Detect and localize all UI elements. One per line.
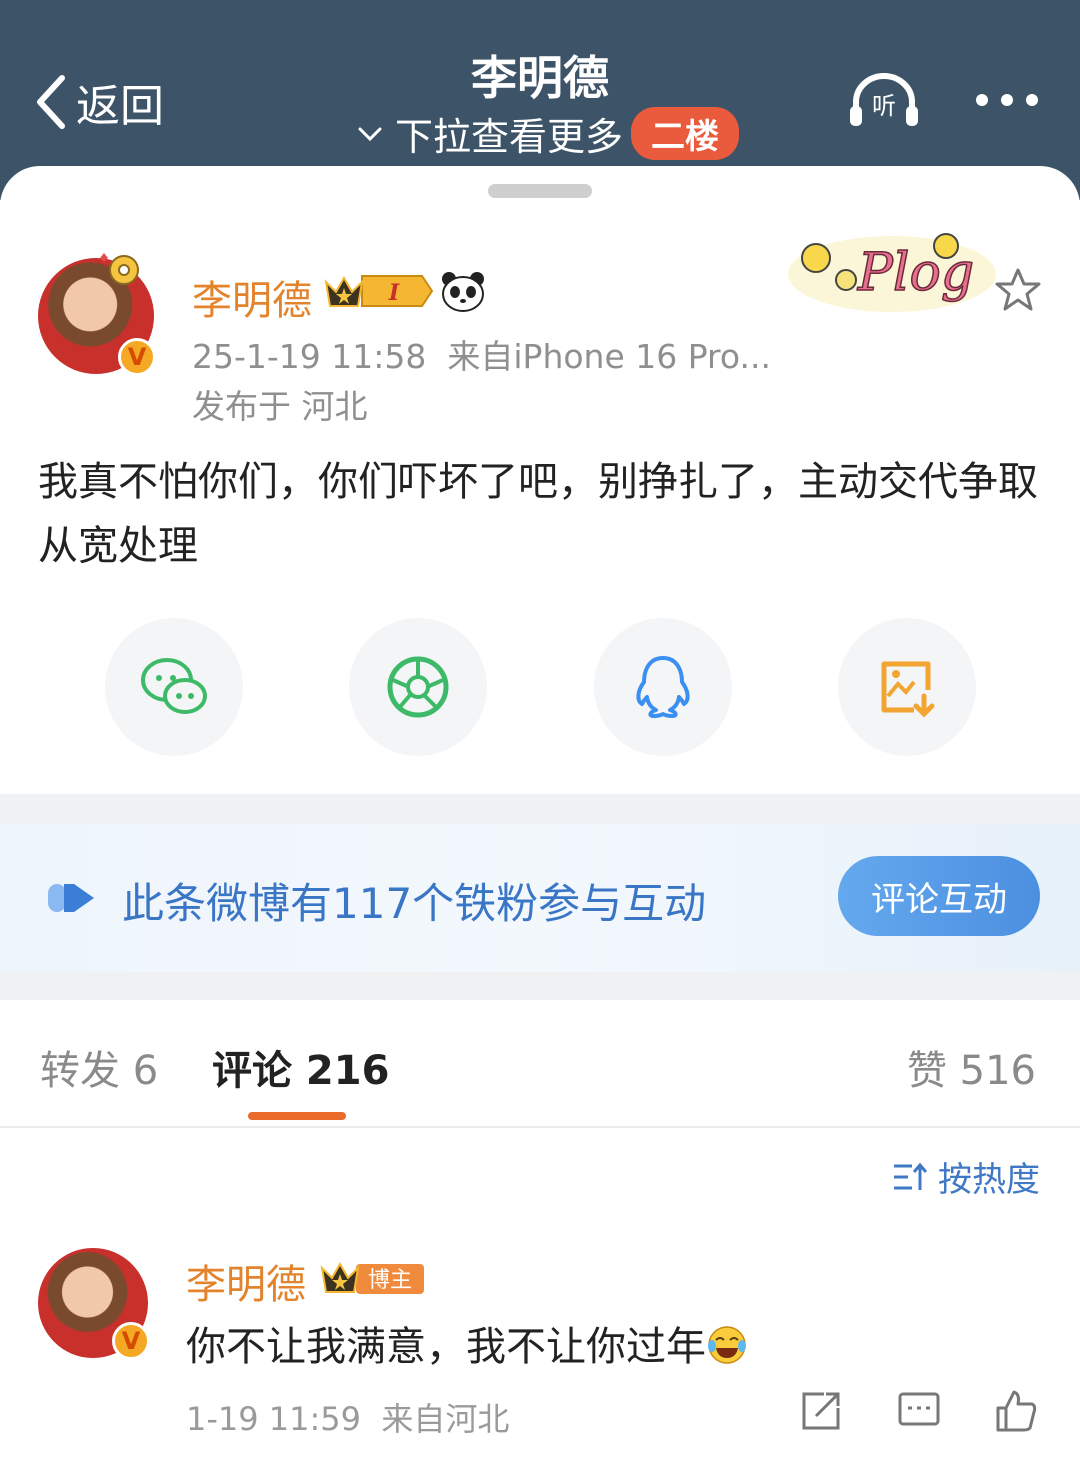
comment-interact-button[interactable]: 评论互动 bbox=[838, 856, 1040, 936]
author-name[interactable]: 李明德 bbox=[192, 268, 312, 326]
comment-meta: 1-19 11:59 来自河北 bbox=[186, 1394, 509, 1440]
fans-text: 此条微博有117个铁粉参与互动 bbox=[122, 879, 707, 928]
fans-icon bbox=[48, 884, 94, 912]
fans-interaction-bar: 此条微博有117个铁粉参与互动 评论互动 bbox=[0, 824, 1080, 972]
tab-divider bbox=[0, 1126, 1080, 1128]
verified-icon: V bbox=[112, 1322, 150, 1360]
save-image-button[interactable] bbox=[838, 618, 976, 756]
sort-label: 按热度 bbox=[938, 1160, 1040, 1200]
sort-icon bbox=[894, 1162, 928, 1190]
tab-likes[interactable]: 赞 516 bbox=[907, 1038, 1036, 1096]
verified-icon: V bbox=[118, 338, 156, 376]
chevron-down-icon bbox=[358, 127, 382, 141]
post-timestamp: 25-1-19 11:58 bbox=[192, 337, 427, 376]
comment-icon[interactable] bbox=[896, 1388, 942, 1434]
active-tab-indicator bbox=[248, 1112, 346, 1120]
section-divider bbox=[0, 794, 1080, 824]
drag-handle[interactable] bbox=[488, 184, 592, 198]
post-meta: 25-1-19 11:58 来自iPhone 16 Pro... bbox=[192, 330, 771, 378]
author-crown-badge: 博主 bbox=[320, 1261, 424, 1294]
level-text: I bbox=[388, 280, 400, 306]
sort-button[interactable]: 按热度 bbox=[892, 1152, 1040, 1201]
plog-sticker: Plog bbox=[788, 233, 996, 312]
post-text: 我真不怕你们，你们吓坏了吧，别挣扎了，主动交代争取从宽处理 bbox=[38, 459, 1038, 569]
comment-time: 1-19 11:59 bbox=[186, 1400, 362, 1438]
laughing-tears-icon bbox=[708, 1326, 746, 1364]
comment-text: 你不让我满意，我不让你过年 bbox=[186, 1314, 748, 1372]
star-icon[interactable] bbox=[994, 266, 1042, 314]
tab-repost[interactable]: 转发 6 bbox=[40, 1038, 158, 1096]
panda-icon bbox=[442, 272, 484, 312]
post-location: 发布于 河北 bbox=[192, 387, 368, 426]
post-sheet: V 李明德 I 25-1-19 11:58 来自iPhone 16 Pro...… bbox=[0, 166, 1080, 1462]
tab-comments[interactable]: 评论 216 bbox=[212, 1038, 389, 1096]
sticker-text: Plog bbox=[857, 243, 974, 303]
qq-icon bbox=[636, 656, 690, 718]
share-row bbox=[0, 618, 1080, 758]
share-qq-button[interactable] bbox=[594, 618, 732, 756]
share-moments-button[interactable] bbox=[349, 618, 487, 756]
commenter-avatar[interactable]: V bbox=[38, 1248, 150, 1360]
post-source: 来自iPhone 16 Pro... bbox=[447, 337, 771, 376]
second-floor-badge: 二楼 bbox=[631, 107, 740, 160]
like-icon[interactable] bbox=[992, 1388, 1038, 1434]
commenter-name[interactable]: 李明德 bbox=[186, 1252, 306, 1310]
moments-icon bbox=[387, 656, 449, 718]
more-icon[interactable] bbox=[972, 88, 1042, 112]
listen-icon[interactable]: 听 bbox=[848, 72, 920, 128]
section-divider bbox=[0, 972, 1080, 1000]
svg-text:听: 听 bbox=[872, 92, 896, 120]
repost-icon[interactable] bbox=[798, 1388, 844, 1434]
avatar-decoration-icon bbox=[100, 253, 139, 285]
comment-body: 你不让我满意，我不让你过年 bbox=[186, 1324, 706, 1370]
share-wechat-button[interactable] bbox=[105, 618, 243, 756]
pull-down-hint[interactable]: 下拉查看更多 二楼 bbox=[355, 106, 740, 161]
author-badge-text: 博主 bbox=[368, 1268, 412, 1293]
crown-level-badge: I bbox=[324, 275, 434, 307]
comment-source: 来自河北 bbox=[381, 1400, 510, 1438]
save-image-icon bbox=[881, 661, 935, 718]
pull-down-label: 下拉查看更多 bbox=[395, 115, 624, 159]
wechat-icon bbox=[141, 658, 207, 714]
